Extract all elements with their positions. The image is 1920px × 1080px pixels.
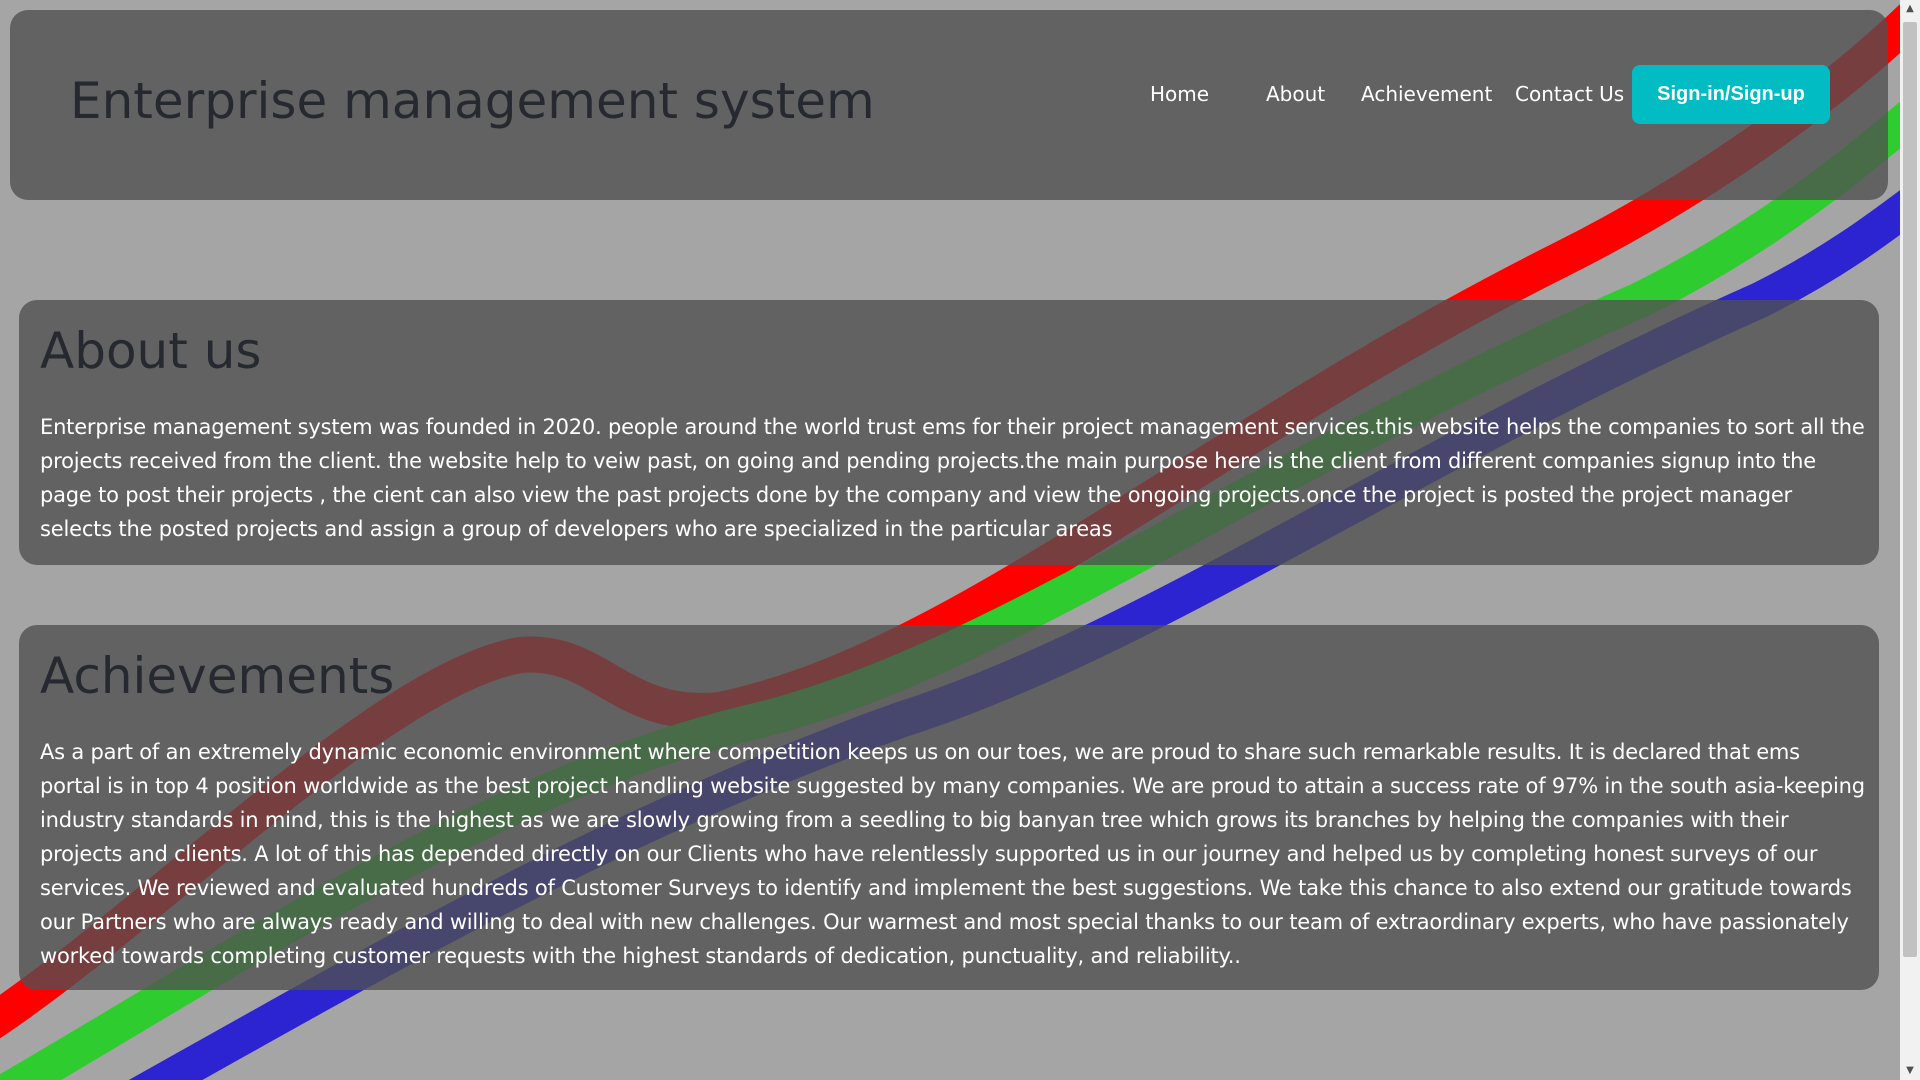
- achievements-heading: Achievements: [40, 647, 395, 705]
- nav-link-about[interactable]: About: [1266, 82, 1325, 106]
- nav-link-achievement[interactable]: Achievement: [1361, 82, 1492, 106]
- vertical-scrollbar[interactable]: ▲ ▼: [1900, 0, 1920, 1080]
- about-heading: About us: [40, 322, 262, 380]
- scroll-up-arrow-icon[interactable]: ▲: [1900, 0, 1920, 18]
- achievements-section: Achievements As a part of an extremely d…: [19, 625, 1879, 990]
- header-bar: Enterprise management system Home About …: [10, 10, 1888, 200]
- scrollbar-thumb[interactable]: [1903, 22, 1917, 957]
- achievements-text: As a part of an extremely dynamic econom…: [40, 740, 1865, 968]
- sign-in-sign-up-button[interactable]: Sign-in/Sign-up: [1632, 65, 1830, 124]
- main-nav: Home About Achievement Contact Us: [10, 10, 1888, 200]
- scroll-down-arrow-icon[interactable]: ▼: [1900, 1062, 1920, 1080]
- about-section: About us Enterprise management system wa…: [19, 300, 1879, 565]
- about-text: Enterprise management system was founded…: [40, 415, 1865, 541]
- nav-link-contact-us[interactable]: Contact Us: [1515, 82, 1624, 106]
- nav-link-home[interactable]: Home: [1150, 82, 1209, 106]
